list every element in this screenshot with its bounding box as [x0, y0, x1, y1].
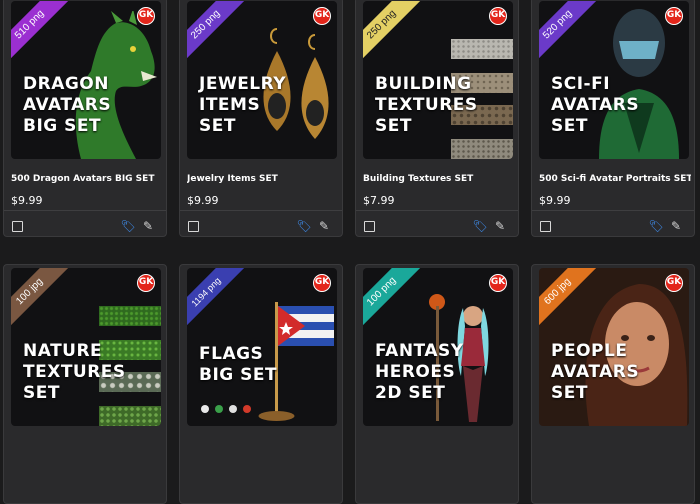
product-price: $9.99	[539, 194, 571, 207]
product-name[interactable]: Jewelry Items SET	[187, 174, 339, 184]
brand-logo: GK	[313, 274, 331, 292]
product-thumbnail[interactable]: PEOPLE AVATARS SET 600 jpg GK	[539, 268, 689, 426]
file-count-badge: 100 jpg	[11, 268, 69, 331]
divider	[180, 210, 342, 211]
product-price: $7.99	[363, 194, 395, 207]
divider	[532, 210, 694, 211]
divider	[4, 210, 166, 211]
product-thumbnail[interactable]: JEWELRY ITEMS SET 250 png GK	[187, 1, 337, 159]
thumbnail-title: DRAGON AVATARS BIG SET	[23, 74, 112, 136]
product-price: $9.99	[11, 194, 43, 207]
brand-logo: GK	[137, 7, 155, 25]
pencil-icon[interactable]: ✎	[316, 218, 332, 234]
thumbnail-title: SCI-FI AVATARS SET	[551, 74, 640, 136]
brand-logo: GK	[665, 7, 683, 25]
file-count-badge: 100 png	[363, 268, 421, 331]
brand-logo: GK	[489, 274, 507, 292]
file-count-badge: 1194 png	[187, 268, 245, 331]
product-name[interactable]: 500 Sci-fi Avatar Portraits SET	[539, 174, 691, 184]
brand-logo: GK	[137, 274, 155, 292]
brand-logo: GK	[313, 7, 331, 25]
brand-logo: GK	[665, 274, 683, 292]
tag-icon[interactable]: 🏷	[648, 218, 664, 234]
thumbnail-title: JEWELRY ITEMS SET	[199, 74, 287, 136]
product-thumbnail[interactable]: SCI-FI AVATARS SET 520 png GK	[539, 1, 689, 159]
thumbnail-title: PEOPLE AVATARS SET	[551, 341, 640, 403]
select-checkbox[interactable]	[12, 221, 23, 232]
product-card[interactable]: DRAGON AVATARS BIG SET 510 png GK 500 Dr…	[3, 0, 167, 237]
select-checkbox[interactable]	[364, 221, 375, 232]
thumbnail-title: FLAGS BIG SET	[199, 344, 278, 385]
select-checkbox[interactable]	[188, 221, 199, 232]
product-thumbnail[interactable]: BUILDING TEXTURES SET 250 png GK	[363, 1, 513, 159]
grass-texture-1	[99, 306, 161, 326]
product-thumbnail[interactable]: FANTASY HEROES 2D SET 100 png GK	[363, 268, 513, 426]
product-card[interactable]: JEWELRY ITEMS SET 250 png GK Jewelry Ite…	[179, 0, 343, 237]
product-thumbnail[interactable]: FLAGS BIG SET 1194 png GK	[187, 268, 337, 426]
thumbnail-title: BUILDING TEXTURES SET	[375, 74, 478, 136]
product-price: $9.99	[187, 194, 219, 207]
product-card[interactable]: FANTASY HEROES 2D SET 100 png GK	[355, 264, 519, 504]
thumbnail-title: NATURE TEXTURES SET	[23, 341, 126, 403]
small-flags	[199, 400, 259, 413]
product-card[interactable]: PEOPLE AVATARS SET 600 jpg GK	[531, 264, 695, 504]
file-count-badge: 250 png	[363, 1, 421, 64]
thumbnail-title: FANTASY HEROES 2D SET	[375, 341, 464, 403]
tag-icon[interactable]: 🏷	[472, 218, 488, 234]
stone-texture-4	[451, 139, 513, 159]
product-card[interactable]: SCI-FI AVATARS SET 520 png GK 500 Sci-fi…	[531, 0, 695, 237]
product-thumbnail[interactable]: NATURE TEXTURES SET 100 jpg GK	[11, 268, 161, 426]
grass-texture-4	[99, 406, 161, 426]
product-name[interactable]: Building Textures SET	[363, 174, 515, 184]
product-thumbnail[interactable]: DRAGON AVATARS BIG SET 510 png GK	[11, 1, 161, 159]
stone-texture-1	[451, 39, 513, 59]
divider	[356, 210, 518, 211]
file-count-badge: 250 png	[187, 1, 245, 64]
brand-logo: GK	[489, 7, 507, 25]
tag-icon[interactable]: 🏷	[296, 218, 312, 234]
tag-icon[interactable]: 🏷	[120, 218, 136, 234]
pencil-icon[interactable]: ✎	[140, 218, 156, 234]
product-card[interactable]: BUILDING TEXTURES SET 250 png GK Buildin…	[355, 0, 519, 237]
product-card[interactable]: NATURE TEXTURES SET 100 jpg GK	[3, 264, 167, 504]
product-name[interactable]: 500 Dragon Avatars BIG SET	[11, 174, 163, 184]
pencil-icon[interactable]: ✎	[492, 218, 508, 234]
select-checkbox[interactable]	[540, 221, 551, 232]
pencil-icon[interactable]: ✎	[668, 218, 684, 234]
product-card[interactable]: FLAGS BIG SET 1194 png GK	[179, 264, 343, 504]
